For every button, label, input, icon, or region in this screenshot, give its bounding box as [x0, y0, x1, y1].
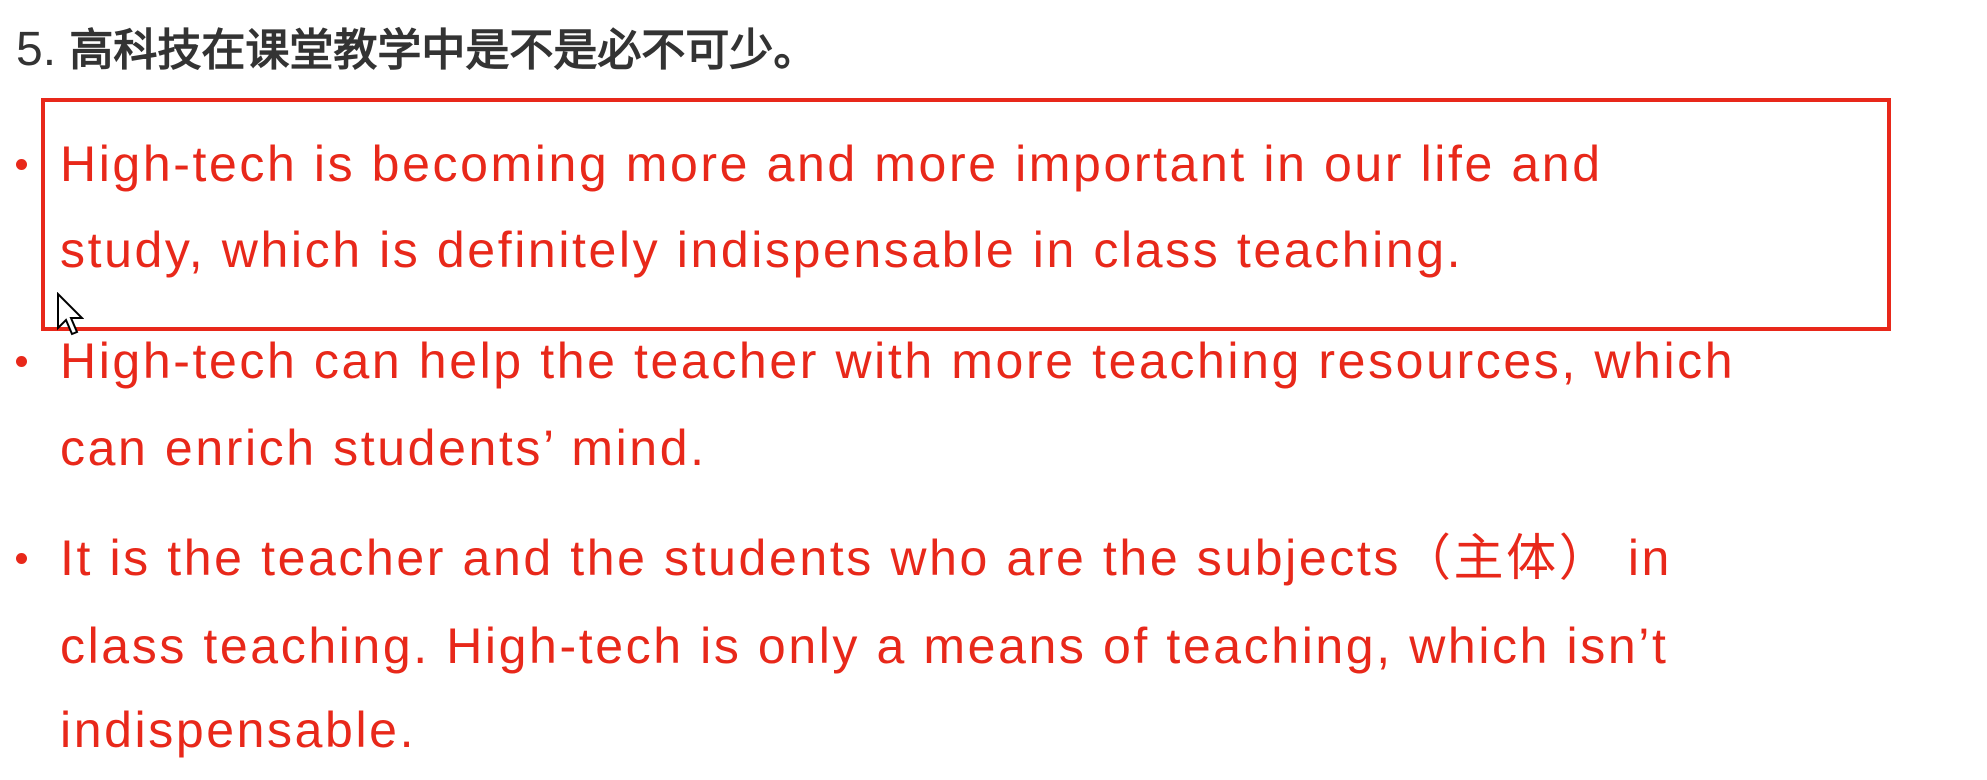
- bullet-icon: [16, 553, 27, 564]
- point-2-line-2: can enrich students’ mind.: [60, 420, 707, 476]
- mouse-cursor-icon: [57, 292, 84, 336]
- question-text: 高科技在课堂教学中是不是必不可少。: [69, 25, 818, 76]
- point-3-line-1: It is the teacher and the students who a…: [60, 530, 1672, 586]
- point-3-line-2: class teaching. High-tech is only a mean…: [60, 618, 1669, 674]
- point-3-line-3: indispensable.: [60, 702, 417, 758]
- question-number: 5.: [16, 23, 57, 76]
- highlight-box: [41, 98, 1891, 331]
- point-1-line-1: High-tech is becoming more and more impo…: [60, 136, 1603, 192]
- bullet-icon: [16, 159, 27, 170]
- bullet-icon: [16, 356, 27, 367]
- point-1-line-2: study, which is definitely indispensable…: [60, 222, 1464, 278]
- point-2-line-1: High-tech can help the teacher with more…: [60, 333, 1736, 389]
- question-title: 5. 高科技在课堂教学中是不是必不可少。: [16, 14, 817, 78]
